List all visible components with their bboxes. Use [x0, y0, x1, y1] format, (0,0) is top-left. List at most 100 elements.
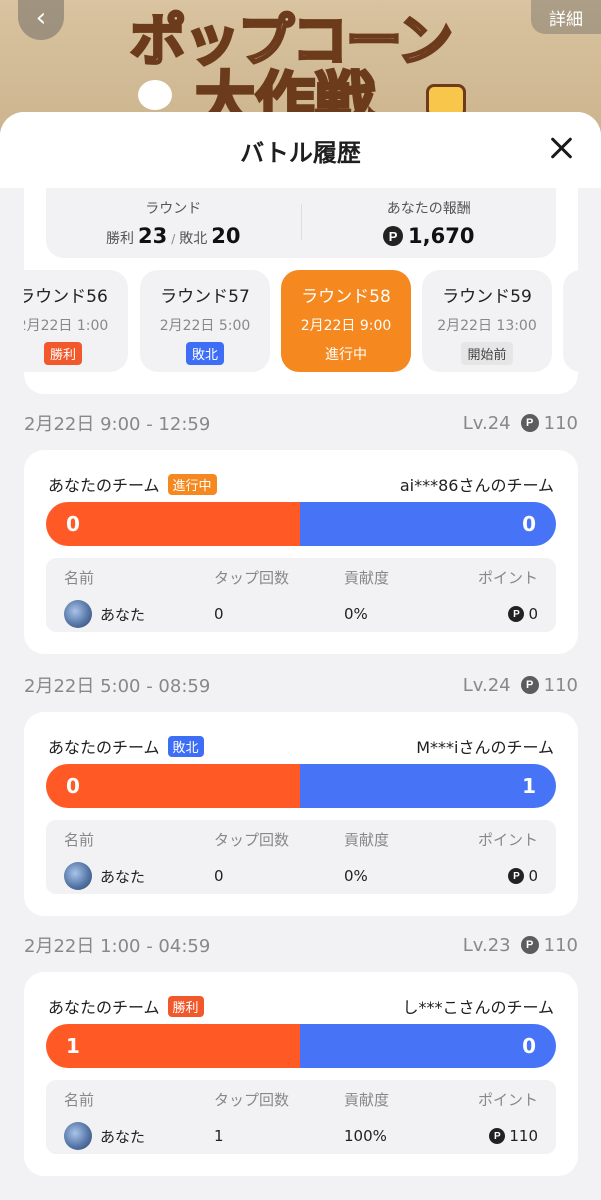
player-stats-table: 名前 タップ回数 貢献度 ポイント あなた 1 100% P 110: [46, 1080, 556, 1154]
round-name: ラウンド56: [24, 287, 108, 307]
slash: /: [171, 232, 176, 246]
header-contribution: 貢献度: [344, 830, 390, 849]
player-taps: 1: [214, 1127, 224, 1145]
level: Lv.24: [462, 674, 511, 696]
round-name: ラウンド59: [442, 287, 532, 307]
score-bar: 1 0: [46, 1024, 556, 1068]
team-row: あなたのチーム 勝利 し***こさんのチーム: [48, 994, 554, 1018]
player-stats-table: 名前 タップ回数 貢献度 ポイント あなた 0 0% P 0: [46, 820, 556, 894]
table-row: あなた 0 0% P 0: [46, 596, 556, 632]
summary-stats: ラウンド 勝利 23 / 敗北 20 あなたの報酬 P 1,670: [46, 188, 556, 258]
round-time: 2月22日 13:00: [437, 318, 537, 334]
status-badge: 勝利: [167, 995, 204, 1017]
player-points: P 110: [441, 1127, 556, 1145]
reward-label: あなたの報酬: [386, 201, 471, 217]
round-card[interactable]: ラウンド59 2月22日 13:00 開始前: [422, 270, 552, 372]
point-icon: P: [508, 868, 525, 884]
player-contribution: 0%: [344, 605, 368, 623]
my-score: 0: [46, 502, 300, 546]
sheet-header: バトル履歴: [0, 112, 601, 188]
score-bar: 0 0: [46, 502, 556, 546]
point-icon: P: [383, 226, 404, 246]
battle-section-header: 2月22日 9:00 - 12:59 Lv.24 P 110: [24, 408, 578, 438]
player-points-value: 0: [528, 605, 538, 623]
table-header: 名前 タップ回数 貢献度 ポイント: [46, 1086, 556, 1112]
battle-points: P 110: [520, 412, 578, 434]
battle-card: あなたのチーム 勝利 し***こさんのチーム 1 0 名前 タップ回数 貢献度 …: [24, 972, 578, 1176]
team-row: あなたのチーム 敗北 M***iさんのチーム: [48, 734, 554, 758]
header-contribution: 貢献度: [344, 1090, 390, 1109]
round-status-badge: 進行中: [325, 347, 367, 363]
header-taps: タップ回数: [214, 1090, 290, 1109]
close-icon[interactable]: [549, 136, 573, 160]
round-carousel[interactable]: ラウンド56 2月22日 1:00 勝利 ラウンド57 2月22日 5:00 敗…: [24, 270, 578, 374]
header-contribution: 貢献度: [344, 568, 390, 587]
point-icon: P: [489, 1128, 506, 1144]
battle-meta: Lv.23 P 110: [463, 935, 578, 956]
opponent-team-name: ai***86さんのチーム: [399, 476, 554, 495]
summary-card: ラウンド 勝利 23 / 敗北 20 あなたの報酬 P 1,670 ラウンド56…: [24, 188, 578, 394]
my-team: あなたのチーム 勝利: [48, 994, 204, 1018]
back-button[interactable]: ‹: [18, 0, 64, 40]
my-score: 1: [46, 1024, 300, 1068]
player-points-value: 110: [509, 1127, 538, 1145]
opponent-team-name: M***iさんのチーム: [416, 738, 554, 757]
player-taps: 0: [214, 605, 224, 623]
player-contribution: 0%: [344, 867, 368, 885]
table-header: 名前 タップ回数 貢献度 ポイント: [46, 826, 556, 852]
opponent-score: 1: [300, 764, 556, 808]
win-count: 23: [137, 224, 168, 248]
round-time: 2月22日 1:00: [24, 318, 109, 334]
round-card[interactable]: ラウンド56 2月22日 1:00 勝利: [24, 270, 128, 372]
opponent-score: 0: [300, 1024, 556, 1068]
battle-points: P 110: [520, 934, 578, 956]
point-icon: P: [520, 414, 539, 432]
my-team: あなたのチーム 進行中: [48, 472, 217, 496]
table-header: 名前 タップ回数 貢献度 ポイント: [46, 564, 556, 590]
player-name: あなた: [100, 605, 146, 624]
battle-date: 2月22日 5:00 - 08:59: [24, 676, 211, 697]
player-cell: あなた: [46, 862, 196, 890]
battle-meta: Lv.24 P 110: [463, 675, 578, 696]
round-card[interactable]: ラウンド57 2月22日 5:00 敗北: [140, 270, 270, 372]
player-name: あなた: [100, 1127, 146, 1146]
player-name: あなた: [100, 867, 146, 886]
header-name: 名前: [64, 568, 95, 587]
points-value: 110: [543, 934, 578, 956]
loss-label: 敗北: [179, 231, 208, 247]
round-status-badge: 敗北: [185, 342, 224, 365]
my-team-name: あなたのチーム: [48, 998, 160, 1017]
status-badge: 敗北: [167, 735, 204, 757]
header-points: ポイント: [477, 568, 538, 587]
round-status-badge: 勝利: [43, 342, 82, 365]
header-name: 名前: [64, 1090, 95, 1109]
my-score: 0: [46, 764, 300, 808]
player-stats-table: 名前 タップ回数 貢献度 ポイント あなた 0 0% P 0: [46, 558, 556, 632]
round-time: 2月22日 9:00: [300, 318, 392, 334]
round-time: 2月22日 5:00: [159, 318, 251, 334]
point-icon: P: [520, 936, 539, 954]
round-name: ラウンド57: [160, 287, 250, 307]
my-team: あなたのチーム 敗北: [48, 734, 204, 758]
point-icon: P: [520, 676, 539, 694]
player-points-value: 0: [528, 867, 538, 885]
avatar: [64, 1122, 92, 1150]
round-card-selected[interactable]: ラウンド58 2月22日 9:00 進行中: [281, 270, 411, 372]
player-points: P 0: [441, 867, 556, 885]
loss-count: 20: [211, 224, 241, 248]
header-name: 名前: [64, 830, 95, 849]
header-taps: タップ回数: [214, 568, 290, 587]
battle-card: あなたのチーム 敗北 M***iさんのチーム 0 1 名前 タップ回数 貢献度 …: [24, 712, 578, 916]
score-bar: 0 1: [46, 764, 556, 808]
round-card-partial[interactable]: [563, 270, 578, 372]
win-loss-record: 勝利 23 / 敗北 20: [106, 224, 241, 248]
points-value: 110: [543, 412, 578, 434]
detail-button[interactable]: 詳細: [531, 0, 601, 34]
level: Lv.23: [462, 934, 511, 956]
player-taps: 0: [214, 867, 224, 885]
points-value: 110: [543, 674, 578, 696]
battle-card: あなたのチーム 進行中 ai***86さんのチーム 0 0 名前 タップ回数 貢…: [24, 450, 578, 654]
battle-date: 2月22日 9:00 - 12:59: [24, 414, 211, 435]
chevron-left-icon: ‹: [35, 3, 47, 33]
sheet-title: バトル履歴: [240, 139, 361, 167]
